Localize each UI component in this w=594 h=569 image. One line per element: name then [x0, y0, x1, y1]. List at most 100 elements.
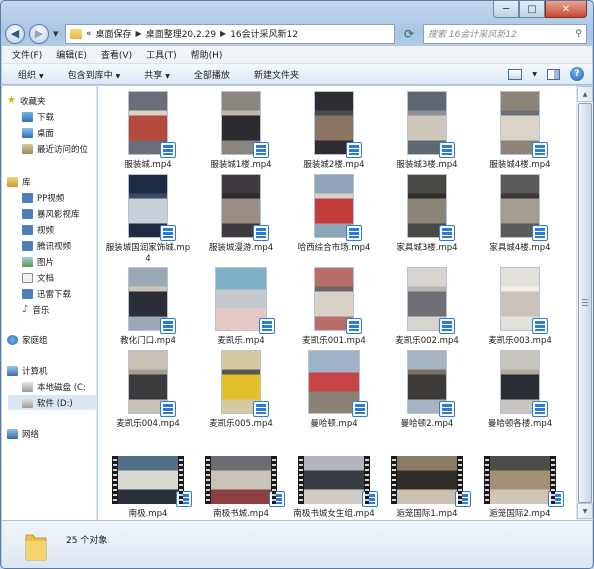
sidebar-item-homegroup[interactable]: 家庭组 [7, 332, 48, 347]
file-item[interactable]: 教化门口.mp4 [102, 267, 194, 347]
video-thumbnail [314, 91, 362, 158]
menu-file[interactable]: 文件(F) [12, 48, 42, 61]
file-item[interactable]: 逅笼国际1.mp4 [381, 446, 473, 520]
video-thumbnail [128, 350, 176, 417]
new-folder-button[interactable]: 新建文件夹 [254, 68, 299, 81]
scroll-down-icon[interactable]: ▼ [577, 503, 593, 519]
address-bar[interactable]: « 桌面保存 ▶ 桌面整理20.2.29 ▶ 16会计采风新12 [65, 23, 395, 44]
file-item[interactable]: 麦凯乐.mp4 [195, 267, 287, 347]
file-name: 曼哈顿2.mp4 [400, 419, 454, 429]
file-name: 逅笼国际1.mp4 [396, 509, 458, 519]
file-item[interactable]: 家具城4楼.mp4 [474, 174, 566, 254]
file-item[interactable]: 曼哈顿.mp4 [288, 350, 380, 430]
file-item[interactable]: 麦凯乐003.mp4 [474, 267, 566, 347]
folder-icon [25, 534, 47, 561]
homegroup-label: 家庭组 [22, 335, 48, 346]
breadcrumb-current-folder[interactable]: 16会计采风新12 [230, 27, 298, 40]
play-all-button[interactable]: 全部播放 [194, 68, 230, 81]
breadcrumb-separator-icon[interactable]: ▶ [220, 29, 226, 38]
computer-header[interactable]: 计算机 [7, 363, 48, 378]
scrollbar-thumb[interactable] [578, 103, 592, 503]
file-item[interactable]: 曼哈顿2.mp4 [381, 350, 473, 430]
video-file-icon [253, 401, 269, 417]
sidebar-item-drive-d[interactable]: 软件 (D:) [8, 395, 96, 410]
file-item[interactable]: 麦凯乐002.mp4 [381, 267, 473, 347]
breadcrumb-desktop-save[interactable]: 桌面保存 [96, 27, 132, 40]
video-thumbnail [407, 174, 455, 241]
status-bar: 25 个对象 [2, 520, 592, 568]
vertical-scrollbar[interactable]: ▲ ▼ [576, 86, 593, 520]
sidebar-item-desktop[interactable]: 桌面 [22, 125, 54, 140]
menu-tools[interactable]: 工具(T) [146, 48, 177, 61]
file-item[interactable]: 逅笼国际2.mp4 [474, 446, 566, 520]
help-icon[interactable]: ? [570, 67, 584, 81]
minimize-button[interactable]: ─ [493, 1, 519, 18]
sidebar-item-recent[interactable]: 最近访问的位 [22, 141, 88, 156]
sidebar-item-videos[interactable]: 视频 [22, 222, 54, 237]
change-view-icon[interactable] [508, 68, 523, 80]
file-item[interactable]: 服装城2楼.mp4 [288, 91, 380, 171]
include-in-library-button[interactable]: 包含到库中 ▼ [68, 68, 121, 81]
forward-button[interactable]: ▶ [29, 23, 49, 44]
file-item[interactable]: 服装城3楼.mp4 [381, 91, 473, 171]
file-name: 哈西综合市场.mp4 [297, 243, 371, 253]
search-icon[interactable]: ⚲ [575, 29, 582, 39]
share-button[interactable]: 共享 ▼ [144, 68, 170, 81]
file-name: 麦凯乐004.mp4 [116, 419, 180, 429]
file-item[interactable]: 曼哈顿各楼.mp4 [474, 350, 566, 430]
libraries-header[interactable]: 库 [7, 174, 31, 189]
menu-edit[interactable]: 编辑(E) [56, 48, 87, 61]
back-button[interactable]: ◀ [5, 23, 25, 44]
scroll-up-icon[interactable]: ▲ [577, 86, 593, 102]
favorites-header[interactable]: ★ 收藏夹 [7, 93, 45, 108]
file-name: 服装城国润家饰城.mp4 [105, 243, 191, 264]
sidebar-item-music[interactable]: ♪ 音乐 [22, 302, 49, 317]
file-item[interactable]: 南极书城女生组.mp4 [288, 446, 380, 520]
command-bar-right: ▼ ? [508, 67, 584, 81]
breadcrumb-overflow[interactable]: « [86, 29, 92, 39]
file-item[interactable]: 服装城4楼.mp4 [474, 91, 566, 171]
preview-pane-icon[interactable] [547, 68, 560, 80]
item-count: 25 个对象 [66, 536, 108, 546]
search-input[interactable]: 搜索 16会计采风新12 ⚲ [423, 23, 587, 44]
sidebar-item-xunlei[interactable]: 迅雷下载 [22, 286, 71, 301]
file-item[interactable]: 哈西综合市场.mp4 [288, 174, 380, 254]
menu-bar: 文件(F) 编辑(E) 查看(V) 工具(T) 帮助(H) [2, 46, 592, 64]
breadcrumb-desktop-organize[interactable]: 桌面整理20.2.29 [146, 27, 216, 40]
file-name: 曼哈顿各楼.mp4 [487, 419, 553, 429]
menu-view[interactable]: 查看(V) [101, 48, 132, 61]
maximize-button[interactable]: □ [519, 1, 545, 18]
sidebar-item-documents[interactable]: 文档 [22, 270, 54, 285]
organize-button[interactable]: 组织 ▼ [18, 68, 44, 81]
view-options-chevron-icon[interactable]: ▼ [532, 71, 537, 78]
sidebar-item-pictures[interactable]: 图片 [22, 254, 54, 269]
file-item[interactable]: 南极.mp4 [102, 446, 194, 520]
refresh-icon[interactable]: ⟳ [399, 24, 419, 44]
sidebar-item-label: 迅雷下载 [37, 289, 72, 300]
sidebar-item-tencent-video[interactable]: 腾讯视频 [22, 238, 71, 253]
video-thumbnail [215, 267, 275, 334]
sidebar-item-drive-c[interactable]: 本地磁盘 (C: [22, 379, 86, 394]
video-thumbnail [407, 350, 455, 417]
breadcrumb-separator-icon[interactable]: ▶ [136, 29, 142, 38]
sidebar-item-downloads[interactable]: 下载 [22, 109, 54, 124]
file-item[interactable]: 服装城.mp4 [102, 91, 194, 171]
sidebar-item-baofeng[interactable]: 暴风影视库 [22, 206, 80, 221]
file-item[interactable]: 麦凯乐001.mp4 [288, 267, 380, 347]
close-button[interactable]: ✕ [545, 1, 587, 18]
file-item[interactable]: 麦凯乐005.mp4 [195, 350, 287, 430]
sidebar-item-pp-video[interactable]: PP视频 [22, 190, 64, 205]
file-item[interactable]: 家具城3楼.mp4 [381, 174, 473, 254]
file-item[interactable]: 服装城漫游.mp4 [195, 174, 287, 254]
video-thumbnail [112, 456, 192, 507]
recent-pages-dropdown[interactable]: ▼ [53, 30, 61, 38]
file-item[interactable]: 南极书城.mp4 [195, 446, 287, 520]
file-item[interactable]: 服装城国润家饰城.mp4 [102, 174, 194, 265]
file-item[interactable]: 服装城1楼.mp4 [195, 91, 287, 171]
sidebar-item-network[interactable]: 网络 [7, 426, 39, 441]
menu-help[interactable]: 帮助(H) [191, 48, 223, 61]
video-file-icon [439, 225, 455, 241]
download-library-icon [22, 288, 33, 299]
video-thumbnail [221, 91, 269, 158]
file-item[interactable]: 麦凯乐004.mp4 [102, 350, 194, 430]
